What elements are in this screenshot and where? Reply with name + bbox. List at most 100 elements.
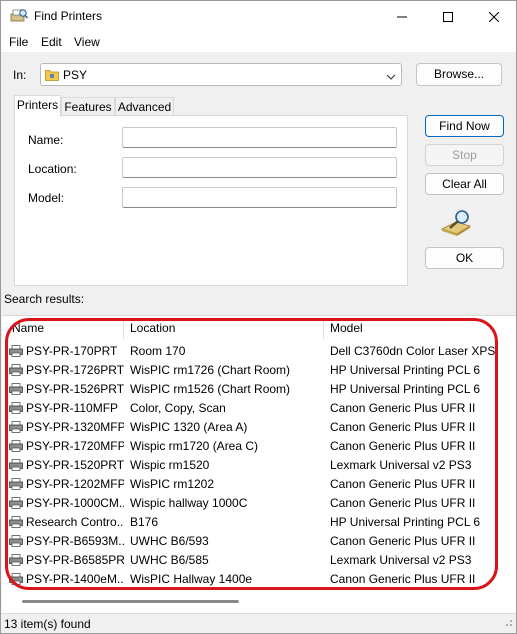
printer-icon (9, 345, 23, 360)
cell-model: Dell C3760dn Color Laser XPS (330, 344, 496, 358)
table-row[interactable]: Research Contro... B176 HP Universal Print… (2, 513, 516, 532)
printer-icon (9, 364, 23, 379)
close-button[interactable] (471, 1, 517, 32)
horizontal-scrollbar[interactable] (22, 600, 239, 603)
in-location-combo[interactable]: PSY (40, 63, 402, 86)
table-row[interactable]: PSY-PR-1202MFP WisPIC rm1202 Canon Generic… (2, 475, 516, 494)
tab-features[interactable]: Features (61, 97, 115, 117)
printer-icon (9, 497, 23, 512)
printers-tab-panel: Name: Location: Model: (14, 115, 408, 286)
table-row[interactable]: PSY-PR-1400eM... WisPIC Hallway 1400e Cano… (2, 570, 516, 589)
name-input[interactable] (122, 127, 397, 148)
menu-file[interactable]: File (9, 35, 28, 49)
cell-name: PSY-PR-1000CM... (26, 496, 124, 510)
cell-model: HP Universal Printing PCL 6 (330, 382, 481, 396)
location-label: Location: (28, 162, 77, 176)
table-row[interactable]: PSY-PR-B6593M... UWHC B6/593 Canon Generic… (2, 532, 516, 551)
cell-name: PSY-PR-1320MFP (26, 420, 124, 434)
table-row[interactable]: PSY-PR-1720MFP Wispic rm1720 (Area C) Cano… (2, 437, 516, 456)
minimize-icon (397, 16, 407, 17)
table-row[interactable]: PSY-PR-1000CM... Wispic hallway 1000C Cano… (2, 494, 516, 513)
cell-name: PSY-PR-110MFP (26, 401, 119, 415)
cell-location: Wispic rm1520 (130, 458, 210, 472)
cell-location: WisPIC 1320 (Area A) (130, 420, 248, 434)
cell-location: UWHC B6/585 (130, 553, 209, 567)
model-label: Model: (28, 191, 65, 205)
search-results-label: Search results: (4, 292, 85, 306)
cell-model: Lexmark Universal v2 PS3 (330, 458, 472, 472)
clear-all-button[interactable]: Clear All (425, 173, 504, 195)
tab-printers[interactable]: Printers (14, 95, 61, 117)
cell-location: WisPIC rm1726 (Chart Room) (130, 363, 291, 377)
browse-button[interactable]: Browse... (416, 63, 502, 86)
menu-edit[interactable]: Edit (41, 35, 62, 49)
table-row[interactable]: PSY-PR-110MFP Color, Copy, Scan Canon Gene… (2, 399, 516, 418)
cell-model: Canon Generic Plus UFR II (330, 401, 476, 415)
printer-icon (9, 535, 23, 550)
name-label: Name: (28, 133, 64, 147)
in-location-value: PSY (63, 68, 88, 82)
cell-name: PSY-PR-1720MFP (26, 439, 124, 453)
maximize-button[interactable] (425, 1, 471, 32)
column-header-name[interactable]: Name (2, 316, 124, 341)
cell-name: PSY-PR-1400eM... (26, 572, 124, 586)
menu-view[interactable]: View (74, 35, 100, 49)
size-grip-icon[interactable] (503, 616, 513, 630)
cell-model: Canon Generic Plus UFR II (330, 496, 476, 510)
table-row[interactable]: PSY-PR-1320MFP WisPIC 1320 (Area A) Canon … (2, 418, 516, 437)
cell-name: PSY-PR-B6585PRT (26, 553, 124, 567)
menu-bar: File Edit View (1, 32, 516, 52)
model-input[interactable] (122, 187, 397, 208)
window-title: Find Printers (34, 9, 103, 23)
table-row[interactable]: PSY-PR-170PRT Room 170 Dell C3760dn Color … (2, 342, 516, 361)
cell-location: WisPIC Hallway 1400e (130, 572, 253, 586)
ok-button[interactable]: OK (425, 247, 504, 269)
status-text: 13 item(s) found (4, 617, 91, 631)
printer-icon (9, 402, 23, 417)
cell-name: PSY-PR-1520PRT (26, 458, 124, 472)
chevron-down-icon[interactable] (386, 70, 396, 84)
cell-model: Canon Generic Plus UFR II (330, 477, 476, 491)
find-now-button[interactable]: Find Now (425, 115, 504, 137)
search-results-list[interactable]: Name Location Model PSY-PR-170PRT Room 17… (2, 315, 516, 613)
cell-model: Canon Generic Plus UFR II (330, 572, 476, 586)
table-row[interactable]: PSY-PR-1520PRT Wispic rm1520 Lexmark Unive… (2, 456, 516, 475)
cell-location: Color, Copy, Scan (130, 401, 226, 415)
cell-model: Lexmark Universal v2 PS3 (330, 553, 472, 567)
printer-icon (9, 383, 23, 398)
cell-location: UWHC B6/593 (130, 534, 209, 548)
folder-icon (45, 68, 59, 84)
find-printers-icon (10, 8, 29, 25)
location-input[interactable] (122, 157, 397, 178)
printer-icon (9, 478, 23, 493)
table-row[interactable]: PSY-PR-B6585PRT UWHC B6/585 Lexmark Univer… (2, 551, 516, 570)
table-row[interactable]: PSY-PR-1526PRT WisPIC rm1526 (Chart Room)… (2, 380, 516, 399)
list-header: Name Location Model (2, 316, 516, 341)
printer-icon (9, 440, 23, 455)
cell-name: PSY-PR-1202MFP (26, 477, 124, 491)
cell-name: PSY-PR-1526PRT (26, 382, 124, 396)
cell-model: HP Universal Printing PCL 6 (330, 363, 481, 377)
cell-location: Wispic rm1720 (Area C) (130, 439, 259, 453)
maximize-icon (443, 11, 453, 22)
cell-name: PSY-PR-B6593M... (26, 534, 124, 548)
table-row[interactable]: PSY-PR-1726PRT WisPIC rm1726 (Chart Room)… (2, 361, 516, 380)
close-icon (489, 11, 499, 22)
printer-icon (9, 554, 23, 569)
search-magnifier-icon (439, 209, 473, 240)
in-label: In: (13, 68, 27, 82)
printer-icon (9, 516, 23, 531)
cell-location: Wispic hallway 1000C (130, 496, 248, 510)
printer-icon (9, 573, 23, 588)
cell-location: WisPIC rm1526 (Chart Room) (130, 382, 291, 396)
cell-model: Canon Generic Plus UFR II (330, 534, 476, 548)
stop-button[interactable]: Stop (425, 144, 504, 166)
tab-advanced[interactable]: Advanced (115, 97, 174, 117)
column-header-location[interactable]: Location (120, 316, 320, 341)
minimize-button[interactable] (379, 1, 425, 32)
cell-location: B176 (130, 515, 159, 529)
cell-name: PSY-PR-1726PRT (26, 363, 124, 377)
column-header-model[interactable]: Model (320, 316, 516, 341)
find-printers-window: Find Printers File Edit View In: PSY Bro… (0, 0, 517, 634)
cell-model: Canon Generic Plus UFR II (330, 420, 476, 434)
